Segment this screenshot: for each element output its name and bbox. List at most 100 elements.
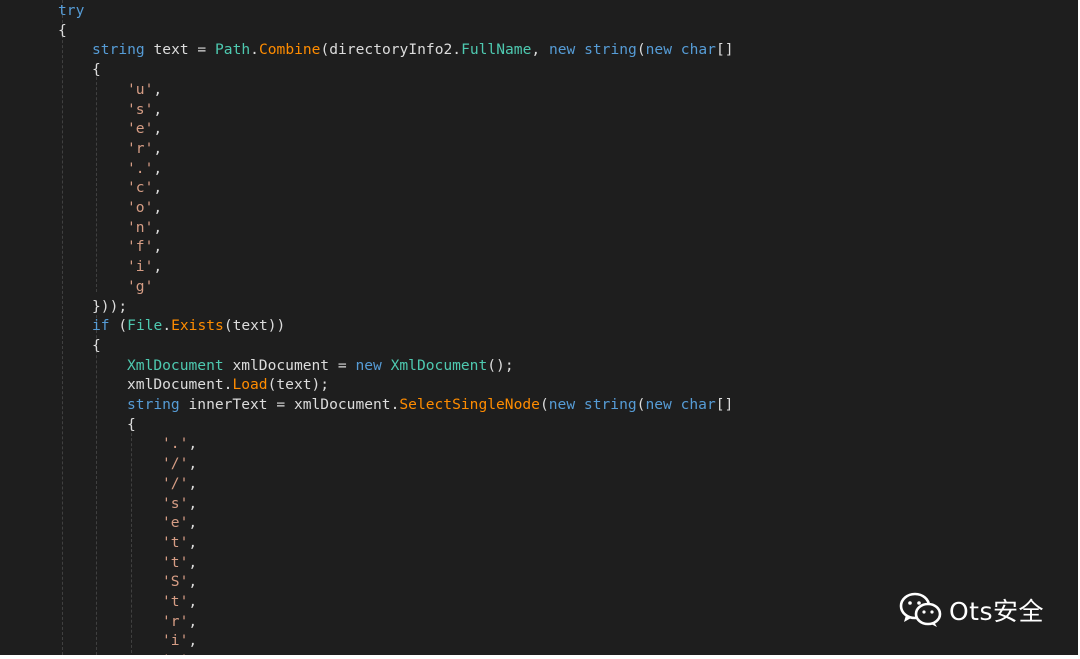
code-token: 'n': [162, 652, 188, 655]
code-editor[interactable]: try{string text = Path.Combine(directory…: [0, 0, 1078, 655]
code-line[interactable]: 'c',: [127, 178, 162, 198]
code-token: 's': [162, 494, 189, 512]
code-token: Path: [215, 41, 251, 59]
code-token: Load: [232, 376, 268, 394]
code-line[interactable]: string innerText = xmlDocument.SelectSin…: [127, 395, 733, 415]
code-token: XmlDocument: [390, 356, 488, 374]
code-token: XmlDocument: [127, 356, 224, 374]
code-line[interactable]: 'e',: [127, 119, 162, 139]
code-line[interactable]: }));: [92, 297, 127, 317]
code-token: 'f': [127, 238, 154, 256]
code-token: new: [645, 396, 672, 413]
code-token: ,: [153, 218, 163, 236]
code-line[interactable]: 'i',: [127, 257, 162, 277]
code-token: char: [680, 41, 716, 59]
code-token: ,: [188, 455, 198, 473]
code-token: ,: [153, 139, 163, 157]
code-token: string: [92, 41, 145, 59]
code-token: '.': [162, 435, 189, 453]
code-token: ,: [188, 573, 198, 591]
code-token: new: [355, 356, 382, 374]
code-token: Exists: [171, 317, 224, 335]
watermark-text: Ots安全: [948, 597, 1044, 626]
code-token: string: [584, 41, 637, 59]
code-token: if: [92, 317, 110, 335]
code-token: {: [58, 21, 67, 39]
code-token: ,: [188, 652, 197, 655]
code-token: new: [645, 41, 672, 59]
indent-guide: [62, 0, 63, 655]
code-line[interactable]: 'n',: [162, 651, 197, 655]
code-line[interactable]: if (File.Exists(text)): [92, 316, 285, 336]
code-line[interactable]: 'r',: [162, 612, 197, 632]
code-token: 'i': [127, 258, 154, 276]
code-token: ,: [188, 435, 198, 453]
code-line[interactable]: 'e',: [162, 513, 197, 533]
code-token: string: [127, 396, 180, 413]
screenshot-frame: try{string text = Path.Combine(directory…: [0, 0, 1080, 659]
code-token: .: [162, 317, 172, 335]
code-line[interactable]: '/',: [162, 474, 197, 494]
code-token: {: [127, 415, 136, 433]
code-token: 'S': [162, 573, 189, 591]
code-line[interactable]: string text = Path.Combine(directoryInfo…: [92, 40, 734, 60]
code-token: {: [92, 336, 101, 354]
code-token: 'r': [162, 612, 189, 630]
code-token: text =: [144, 41, 216, 59]
code-line[interactable]: '.',: [127, 159, 162, 179]
code-token: 'e': [162, 514, 189, 532]
code-token: '/': [162, 455, 189, 473]
code-token: string: [583, 396, 637, 413]
code-token: ,: [153, 258, 163, 276]
code-line[interactable]: {: [92, 336, 101, 356]
code-token: 'i': [162, 632, 189, 650]
code-token: try: [58, 2, 85, 19]
code-line[interactable]: 't',: [162, 592, 197, 612]
code-token: ,: [153, 179, 163, 197]
wechat-icon: [899, 591, 943, 629]
code-token: ,: [153, 199, 163, 216]
code-token: char: [680, 396, 716, 413]
code-token: (: [539, 396, 549, 413]
code-token: (text);: [267, 376, 330, 394]
code-token: 't': [162, 593, 189, 610]
code-line[interactable]: XmlDocument xmlDocument = new XmlDocumen…: [127, 356, 514, 376]
code-line[interactable]: 's',: [127, 100, 162, 120]
code-line[interactable]: 't',: [162, 533, 197, 553]
code-token: ,: [188, 632, 198, 650]
code-token: new: [548, 41, 576, 59]
code-line[interactable]: try: [58, 1, 84, 21]
code-line[interactable]: {: [92, 60, 101, 80]
code-line[interactable]: {: [127, 415, 136, 435]
code-token: 's': [127, 100, 154, 118]
code-line[interactable]: 'u',: [127, 80, 162, 100]
code-line[interactable]: 'g': [127, 277, 153, 297]
code-token: 'g': [127, 277, 154, 295]
code-line[interactable]: 'f',: [127, 237, 162, 257]
code-line[interactable]: 'r',: [127, 139, 162, 159]
code-token: ,: [153, 80, 163, 98]
code-line[interactable]: '.',: [162, 434, 197, 454]
code-token: ,: [188, 612, 198, 630]
code-line[interactable]: 'n',: [127, 218, 162, 238]
code-line[interactable]: 's',: [162, 494, 197, 514]
code-line[interactable]: 'S',: [162, 572, 197, 592]
code-line[interactable]: 't',: [162, 553, 197, 573]
code-line[interactable]: xmlDocument.Load(text);: [127, 375, 329, 395]
code-line[interactable]: '/',: [162, 454, 197, 474]
code-line[interactable]: 'i',: [162, 631, 197, 651]
code-token: ,: [188, 533, 198, 551]
code-token: ,: [153, 120, 163, 138]
code-token: xmlDocument.: [127, 376, 233, 394]
code-token: .: [250, 41, 259, 59]
code-line[interactable]: 'o',: [127, 198, 162, 218]
code-line[interactable]: {: [58, 21, 67, 41]
code-token: 'c': [127, 179, 154, 197]
code-token: {: [92, 61, 101, 79]
code-token: Combine: [258, 41, 321, 59]
code-token: File: [127, 317, 163, 335]
code-token: ();: [487, 356, 514, 374]
